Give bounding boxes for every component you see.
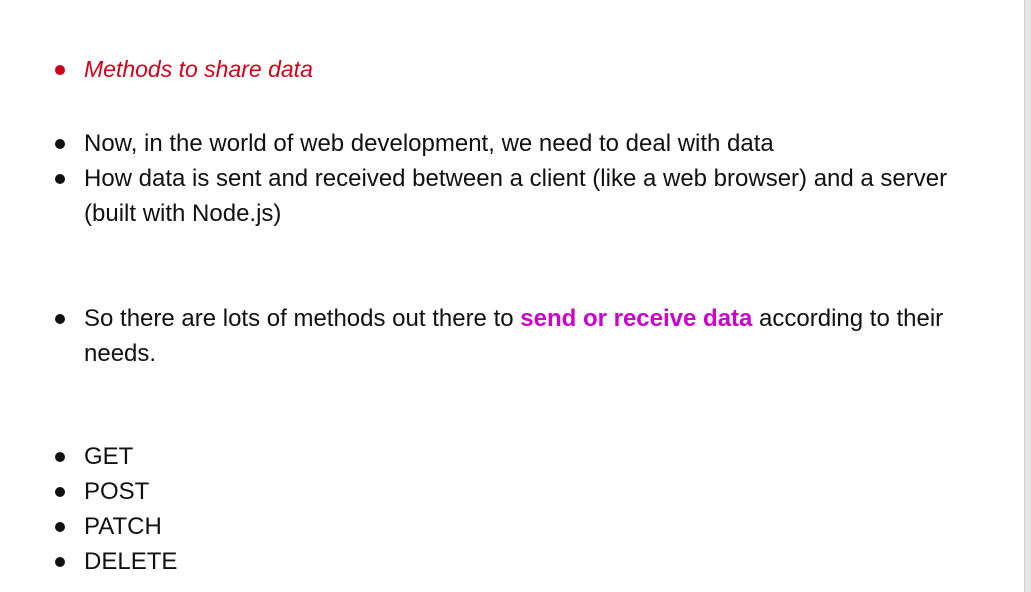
red-bullet-icon [55, 65, 65, 75]
bullet-icon [55, 314, 65, 324]
http-method-patch: PATCH [84, 513, 162, 540]
http-method-delete: DELETE [84, 548, 178, 575]
bullet-icon [55, 139, 65, 149]
methods-text-before: So there are lots of methods out there t… [84, 305, 521, 332]
bullet-item-web-development: Now, in the world of web development, we… [55, 126, 964, 161]
bullet-icon [55, 174, 65, 184]
heading-item: Methods to share data [55, 52, 964, 87]
bullet-icon [55, 522, 65, 532]
bullet-icon [55, 557, 65, 567]
slide-page: Methods to share data Now, in the world … [0, 0, 1031, 592]
highlighted-phrase: send or receive data [520, 305, 753, 332]
http-method-item: DELETE [55, 544, 964, 579]
bullet-icon [55, 452, 65, 462]
bullet-icon [55, 487, 65, 497]
scrollbar[interactable] [1024, 0, 1031, 592]
heading-text: Methods to share data [84, 56, 313, 82]
http-method-item: POST [55, 474, 964, 509]
http-method-item: GET [55, 439, 964, 474]
bullet-item-methods: So there are lots of methods out there t… [55, 301, 964, 371]
bullet-item-client-server: How data is sent and received between a … [55, 161, 964, 231]
bullet-text: Now, in the world of web development, we… [84, 130, 774, 157]
http-method-get: GET [84, 443, 134, 470]
bullet-text: So there are lots of methods out there t… [84, 301, 964, 371]
http-method-post: POST [84, 478, 150, 505]
http-method-item: PATCH [55, 509, 964, 544]
bullet-text: How data is sent and received between a … [84, 165, 948, 227]
